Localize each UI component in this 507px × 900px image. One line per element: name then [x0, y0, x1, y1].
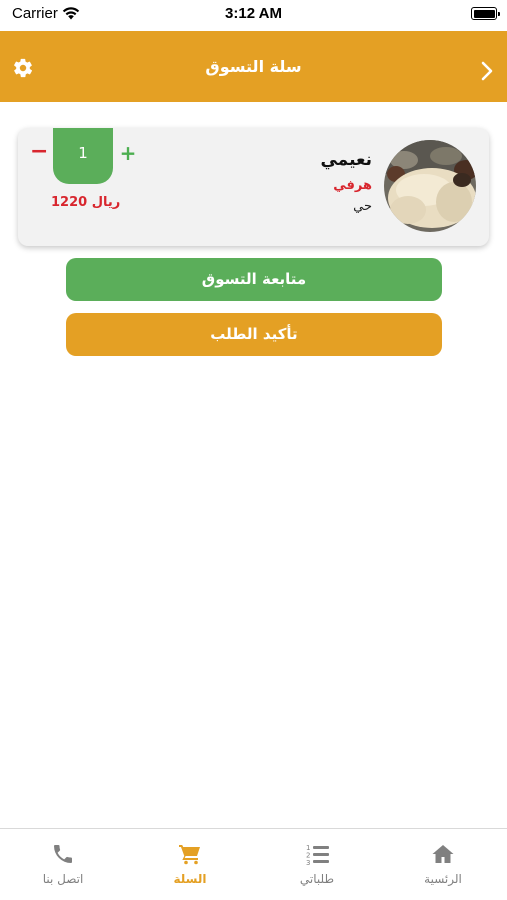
tab-label: الرئسية	[424, 872, 462, 886]
item-name: نعيمي	[320, 150, 372, 170]
clock: 3:12 AM	[225, 5, 282, 22]
item-cut: هرفي	[333, 178, 372, 193]
product-image	[384, 140, 476, 232]
continue-shopping-button[interactable]: متابعة التسوق	[66, 258, 442, 301]
quantity-value: 1	[53, 128, 113, 184]
status-bar: Carrier 3:12 AM	[0, 0, 507, 30]
tab-home[interactable]: الرئسية	[380, 829, 506, 900]
tab-contact-us[interactable]: اتصل بنا	[0, 829, 126, 900]
chevron-right-icon[interactable]	[479, 59, 495, 83]
tab-label: السلة	[173, 872, 207, 886]
increase-quantity-button[interactable]: +	[119, 142, 137, 164]
list-icon: 1 2 3	[306, 844, 329, 866]
tab-label: طلباتي	[299, 872, 335, 886]
item-type: حي	[353, 199, 372, 214]
bottom-tab-bar: اتصل بنا السلة 1 2 3 طلباتي الرئسية	[0, 828, 507, 900]
confirm-order-button[interactable]: تأكيد الطلب	[66, 313, 442, 356]
app-header: سلة التسوق	[0, 31, 507, 102]
tab-label: اتصل بنا	[42, 872, 84, 886]
tab-my-orders[interactable]: 1 2 3 طلباتي	[254, 829, 380, 900]
page-title: سلة التسوق	[205, 57, 302, 76]
svg-text:3: 3	[306, 859, 310, 866]
item-price: 1220 ريال	[51, 195, 121, 210]
battery-icon	[471, 7, 500, 20]
decrease-quantity-button[interactable]: −	[30, 140, 48, 164]
tab-cart[interactable]: السلة	[127, 829, 253, 900]
home-icon	[432, 845, 454, 863]
phone-icon	[54, 845, 72, 863]
cart-icon	[179, 845, 200, 865]
cart-item-card: − 1 + 1220 ريال نعيمي هرفي حي	[18, 128, 489, 246]
